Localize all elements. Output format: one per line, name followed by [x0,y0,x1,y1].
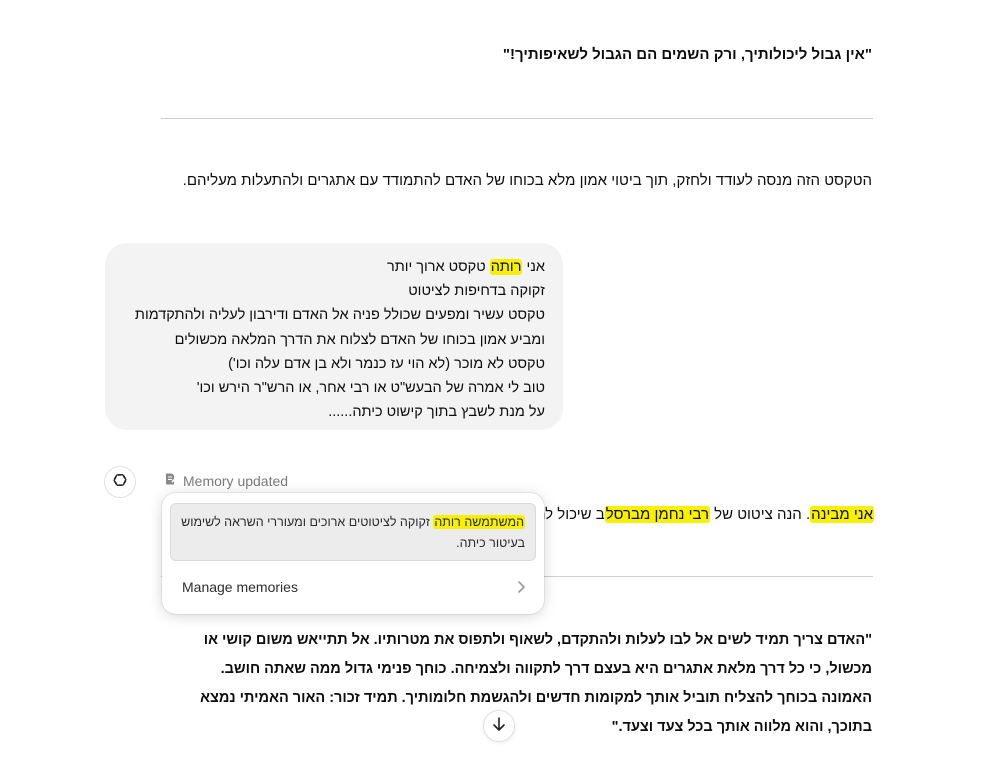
intro-paragraph: הטקסט הזה מנסה לעודד ולחזק, תוך ביטוי אמ… [182,172,872,189]
assistant-response-line: אני מבינה. הנה ציטוט של רבי נחמן מברסלב … [535,506,874,523]
user-message-line: ומביע אמון בכוחו של האדם לצלוח את הדרך ה… [174,331,545,348]
memory-updated-label: Memory updated [183,472,289,489]
highlighted-name: רותה [489,259,523,275]
assistant-avatar [104,466,136,498]
arrow-down-icon [492,716,506,737]
user-message-line: על מנת לשבץ בתוך קישוט כיתה...... [328,404,545,421]
user-message-bubble: אני רותה טקסט ארוך יותר זקוקה בדחיפות לצ… [105,243,563,430]
divider [161,118,873,119]
scroll-down-button[interactable] [483,710,515,742]
chevron-right-icon[interactable] [516,580,526,599]
memory-highlight: המשתמשה רותה [433,515,525,529]
memory-updated-indicator[interactable]: Memory updated [163,472,288,489]
user-message-line: טוב לי אמרה של הבעש"ט או רבי אחר, או הרש… [196,380,545,397]
generated-quote: "האדם צריך תמיד לשים אל לבו לעלות ולהתקד… [200,632,872,735]
user-message-line: אני רותה טקסט ארוך יותר [386,259,545,275]
top-quote: "אין גבול ליכולותיך, ורק השמים הם הגבול … [502,46,872,63]
openai-logo-icon [110,470,130,495]
memory-icon [163,472,177,489]
user-message-line: זקוקה בדחיפות לציטוט [408,283,545,300]
manage-memories-button[interactable]: Manage memories [182,579,298,595]
memory-popup: המשתמשה רותה זקוקה לציטוטים ארוכים ומעור… [162,493,544,614]
memory-item: המשתמשה רותה זקוקה לציטוטים ארוכים ומעור… [170,503,536,561]
user-message-line: טקסט לא מוכר (לא הוי עז כנמר ולא בן אדם … [228,355,545,372]
user-message-line: טקסט עשיר ומפעים שכולל פניה אל האדם ודיר… [134,307,545,324]
